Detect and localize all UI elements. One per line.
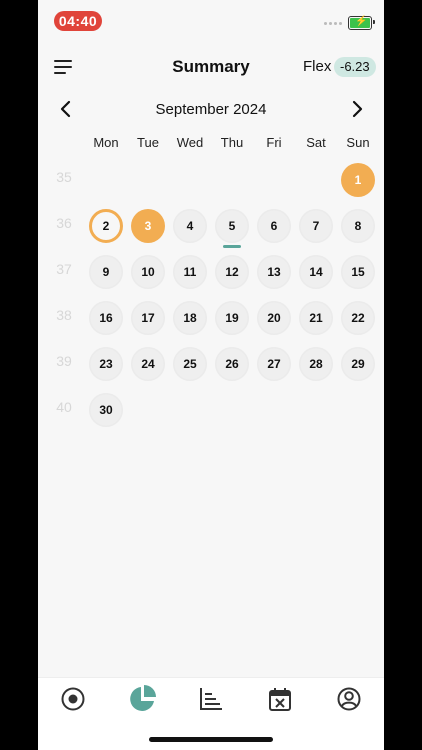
- week-number: 36: [56, 215, 72, 231]
- calendar-day[interactable]: 3: [131, 209, 165, 243]
- month-label: September 2024: [155, 101, 267, 118]
- calendar-day[interactable]: 12: [215, 255, 249, 289]
- calendar-day[interactable]: 23: [89, 347, 123, 381]
- week-number: 40: [56, 399, 72, 415]
- status-indicators: ⚡: [324, 16, 375, 30]
- calendar-day[interactable]: 9: [89, 255, 123, 289]
- calendar-day[interactable]: 15: [341, 255, 375, 289]
- calendar-day[interactable]: 21: [299, 301, 333, 335]
- battery-icon: ⚡: [348, 16, 375, 30]
- bar-chart-icon[interactable]: [198, 686, 224, 712]
- weekday-label: Tue: [137, 135, 159, 150]
- record-icon[interactable]: [60, 686, 86, 712]
- week-number: 35: [56, 169, 72, 185]
- calendar-day[interactable]: 22: [341, 301, 375, 335]
- weekday-label: Sun: [346, 135, 370, 150]
- calendar-x-icon[interactable]: [267, 686, 293, 712]
- calendar-day[interactable]: 8: [341, 209, 375, 243]
- weekday-label: Mon: [93, 135, 119, 150]
- pie-chart-icon[interactable]: [128, 684, 158, 714]
- calendar-day[interactable]: 20: [257, 301, 291, 335]
- day-activity-indicator: [223, 245, 241, 248]
- calendar-day[interactable]: 27: [257, 347, 291, 381]
- calendar-day[interactable]: 29: [341, 347, 375, 381]
- signal-icon: [324, 21, 342, 25]
- user-icon[interactable]: [336, 686, 362, 712]
- calendar-day[interactable]: 19: [215, 301, 249, 335]
- calendar-day[interactable]: 16: [89, 301, 123, 335]
- weekday-label: Fri: [266, 135, 282, 150]
- calendar-day[interactable]: 13: [257, 255, 291, 289]
- week-number: 37: [56, 261, 72, 277]
- week-number: 39: [56, 353, 72, 369]
- calendar-day[interactable]: 18: [173, 301, 207, 335]
- page-title: Summary: [172, 57, 250, 76]
- app-screen: 04:40 ⚡ Summary Flex -6.23 September 202…: [38, 0, 384, 750]
- home-indicator: [149, 737, 273, 742]
- calendar-day[interactable]: 2: [89, 209, 123, 243]
- flex-balance-badge: -6.23: [334, 57, 376, 77]
- weekday-label: Thu: [220, 135, 244, 150]
- flex-label: Flex: [303, 58, 332, 75]
- week-number: 38: [56, 307, 72, 323]
- calendar-day[interactable]: 10: [131, 255, 165, 289]
- calendar-day[interactable]: 30: [89, 393, 123, 427]
- calendar-day[interactable]: 4: [173, 209, 207, 243]
- weekday-label: Sat: [306, 135, 326, 150]
- calendar-day[interactable]: 26: [215, 347, 249, 381]
- weekday-header: Mon Tue Wed Thu Fri Sat Sun: [38, 135, 384, 153]
- calendar-day[interactable]: 5: [215, 209, 249, 243]
- calendar-day[interactable]: 1: [341, 163, 375, 197]
- calendar-day[interactable]: 7: [299, 209, 333, 243]
- status-time: 04:40: [54, 11, 102, 31]
- calendar-day[interactable]: 28: [299, 347, 333, 381]
- calendar-day[interactable]: 6: [257, 209, 291, 243]
- calendar-day[interactable]: 24: [131, 347, 165, 381]
- calendar-day[interactable]: 25: [173, 347, 207, 381]
- calendar-day[interactable]: 11: [173, 255, 207, 289]
- calendar-day[interactable]: 17: [131, 301, 165, 335]
- chevron-right-icon[interactable]: [349, 100, 365, 118]
- calendar-day[interactable]: 14: [299, 255, 333, 289]
- weekday-label: Wed: [176, 135, 204, 150]
